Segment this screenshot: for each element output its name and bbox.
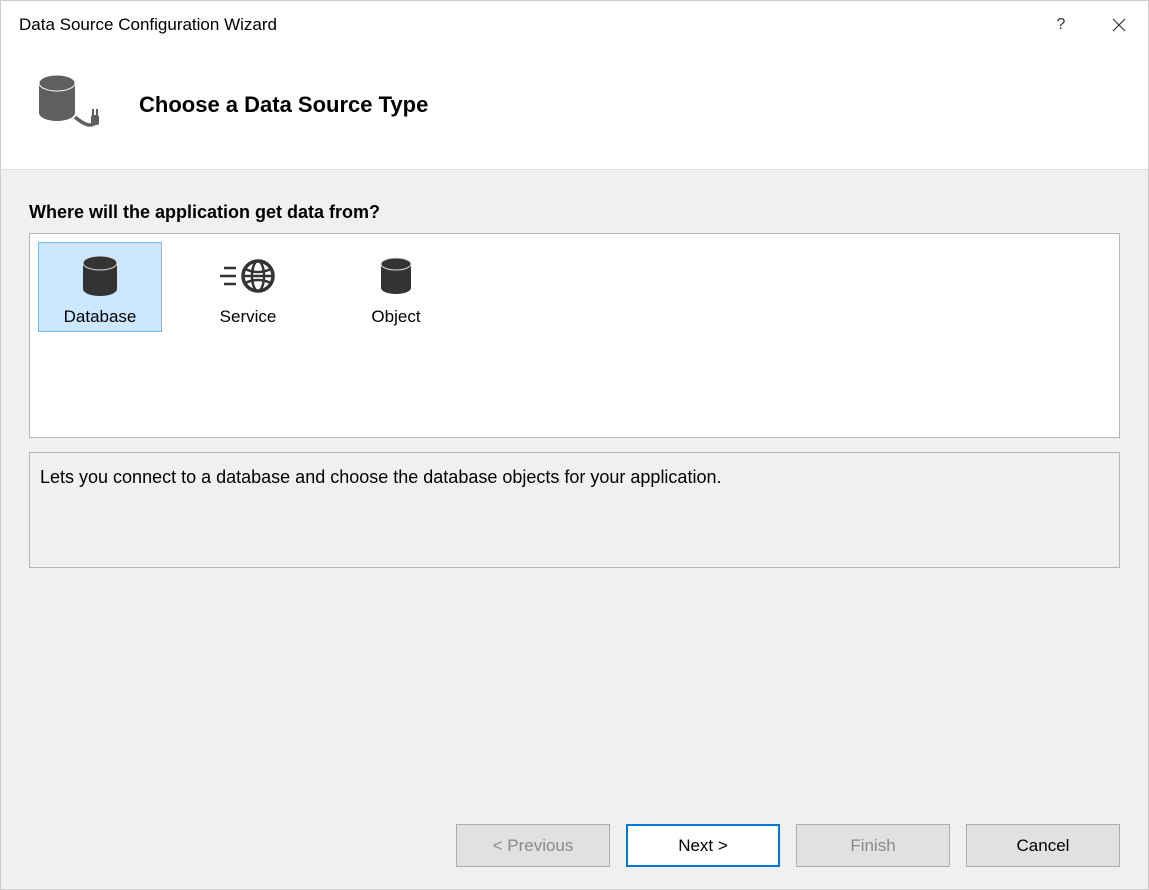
wizard-heading: Choose a Data Source Type: [139, 92, 428, 118]
wizard-body: Where will the application get data from…: [1, 170, 1148, 806]
option-description: Lets you connect to a database and choos…: [29, 452, 1120, 568]
titlebar: Data Source Configuration Wizard ?: [1, 1, 1148, 49]
wizard-icon: [33, 69, 105, 141]
window-title: Data Source Configuration Wizard: [19, 15, 1032, 35]
option-list: Database Service: [29, 233, 1120, 438]
option-database-label: Database: [64, 307, 137, 327]
finish-button: Finish: [796, 824, 950, 867]
window-controls: ?: [1032, 1, 1148, 49]
option-service[interactable]: Service: [186, 242, 310, 332]
close-icon: [1112, 18, 1126, 32]
prompt-text: Where will the application get data from…: [29, 202, 1120, 223]
option-object[interactable]: Object: [334, 242, 458, 332]
service-icon: [220, 251, 276, 301]
next-button[interactable]: Next >: [626, 824, 780, 867]
option-object-label: Object: [371, 307, 420, 327]
option-database[interactable]: Database: [38, 242, 162, 332]
database-plug-icon: [33, 73, 105, 137]
wizard-footer: < Previous Next > Finish Cancel: [1, 806, 1148, 889]
help-button[interactable]: ?: [1032, 1, 1090, 49]
close-button[interactable]: [1090, 1, 1148, 49]
cancel-button[interactable]: Cancel: [966, 824, 1120, 867]
database-icon: [80, 251, 120, 301]
wizard-header: Choose a Data Source Type: [1, 49, 1148, 170]
option-service-label: Service: [220, 307, 277, 327]
previous-button: < Previous: [456, 824, 610, 867]
object-icon: [378, 251, 414, 301]
